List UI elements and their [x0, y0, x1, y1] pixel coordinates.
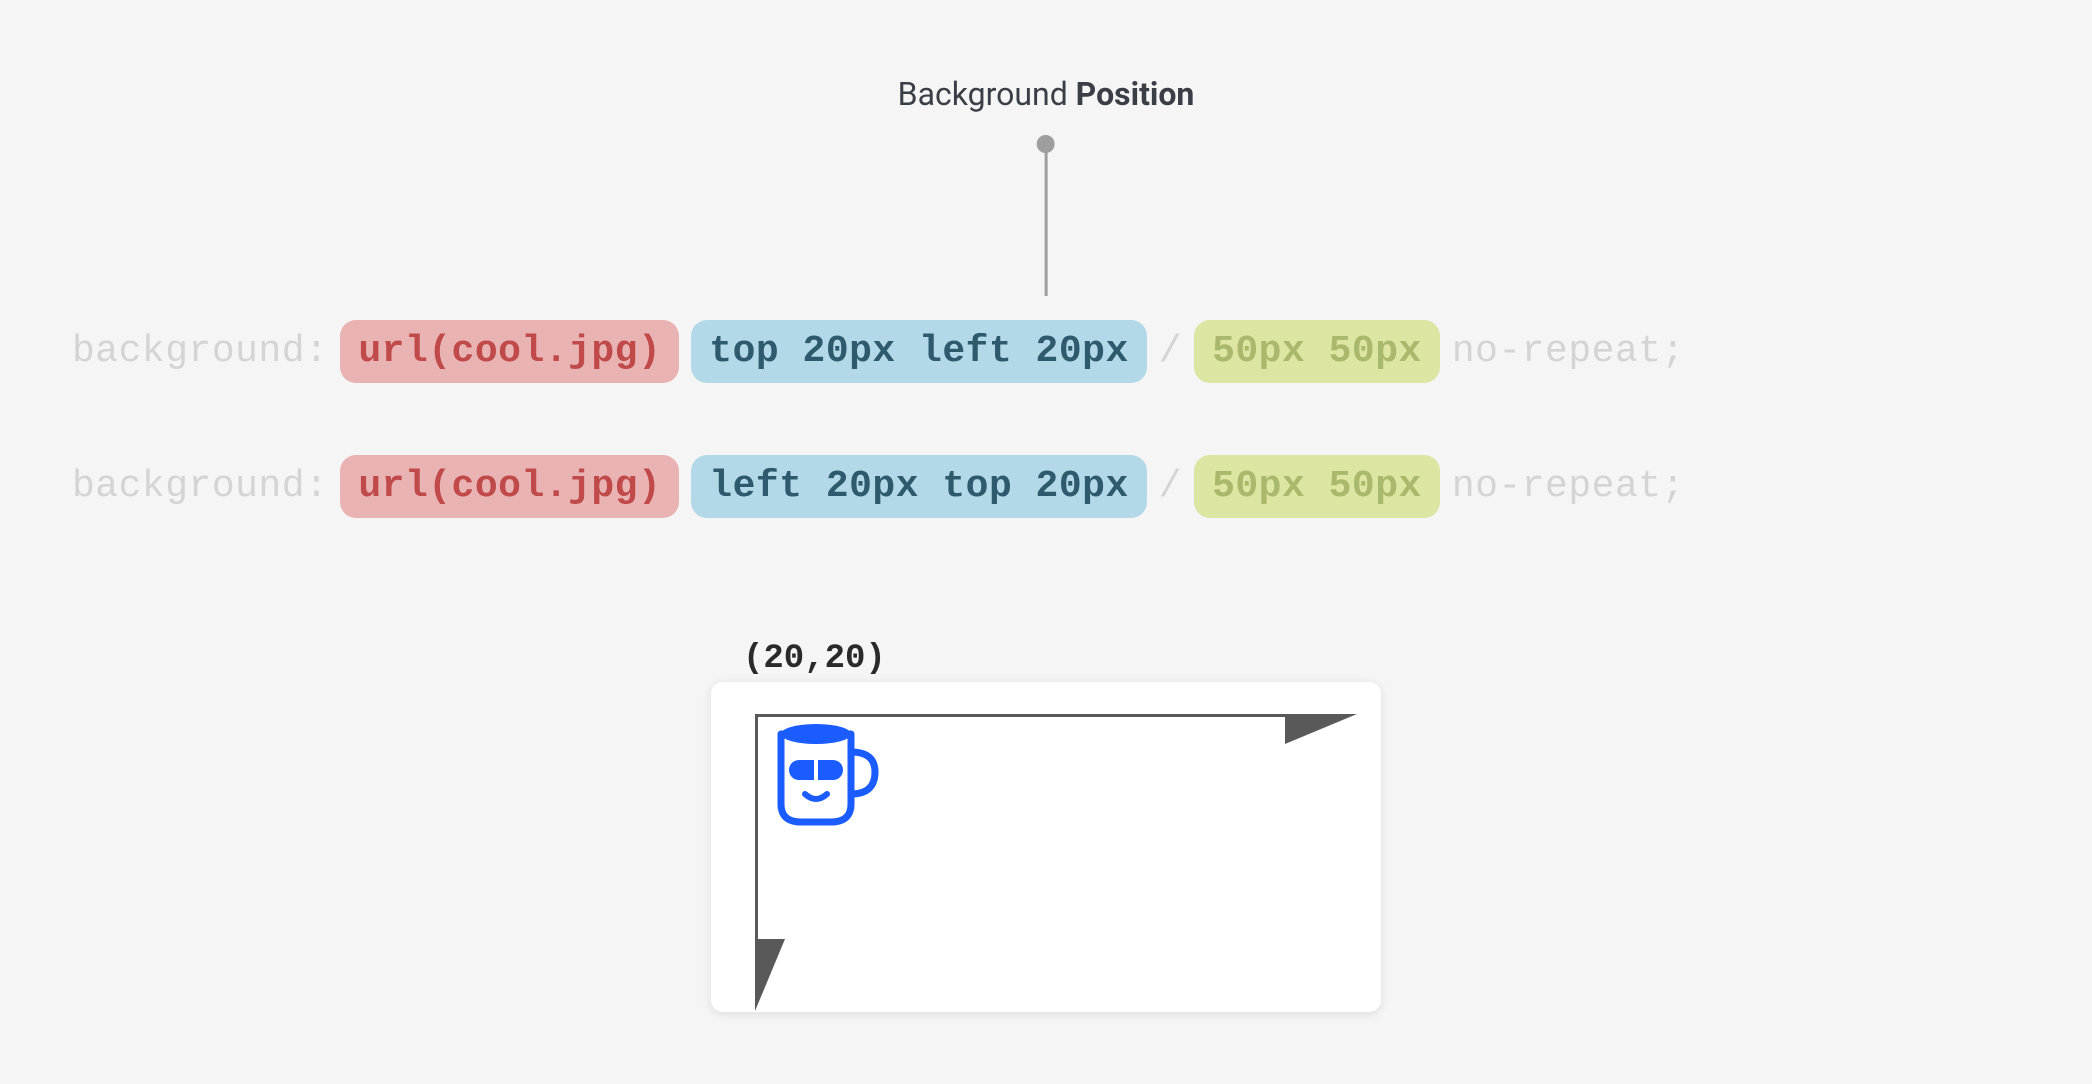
url-token: url(cool.jpg) — [340, 455, 679, 518]
separator: / — [1159, 330, 1182, 373]
connector-line — [1044, 151, 1047, 296]
repeat-token: no-repeat; — [1452, 465, 1685, 508]
coordinate-label: (20,20) — [743, 640, 886, 678]
preview-container: (20,20) — [711, 640, 1381, 1012]
preview-canvas — [711, 682, 1381, 1012]
diagram-title: Background Position — [898, 75, 1195, 113]
position-token: top 20px left 20px — [691, 320, 1146, 383]
position-token: left 20px top 20px — [691, 455, 1146, 518]
mug-icon — [767, 722, 882, 832]
code-line-2: background: url(cool.jpg) left 20px top … — [72, 455, 1685, 518]
repeat-token: no-repeat; — [1452, 330, 1685, 373]
code-line-1: background: url(cool.jpg) top 20px left … — [72, 320, 1685, 383]
property-name: background: — [72, 465, 328, 508]
size-token: 50px 50px — [1194, 455, 1440, 518]
separator: / — [1159, 465, 1182, 508]
url-token: url(cool.jpg) — [340, 320, 679, 383]
size-token: 50px 50px — [1194, 320, 1440, 383]
connector — [1037, 135, 1055, 296]
property-name: background: — [72, 330, 328, 373]
code-block: background: url(cool.jpg) top 20px left … — [72, 320, 1685, 518]
title-bold: Position — [1076, 75, 1195, 113]
title-prefix: Background — [898, 75, 1076, 113]
